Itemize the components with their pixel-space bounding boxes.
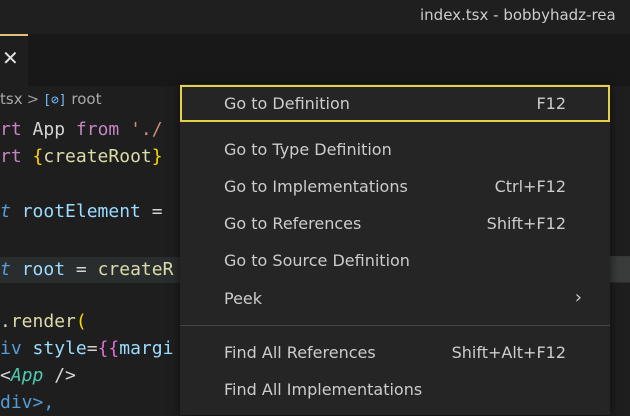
code-line: <App /> xyxy=(0,365,76,386)
window-title: index.tsx - bobbyhadz-rea xyxy=(420,6,616,24)
chevron-right-icon: > xyxy=(26,90,40,108)
context-menu: Go to Definition F12 Go to Type Definiti… xyxy=(180,84,610,415)
scrollbar-thumb[interactable] xyxy=(609,256,630,282)
breadcrumb-symbol[interactable]: root xyxy=(71,90,101,108)
menu-item-peek[interactable]: Peek › xyxy=(180,280,610,317)
menu-item-go-to-definition[interactable]: Go to Definition F12 xyxy=(180,85,610,122)
code-line: rt {createRoot} xyxy=(0,146,163,167)
code-line: rt App from './ xyxy=(0,119,163,140)
menu-item-find-all-references[interactable]: Find All References Shift+Alt+F12 xyxy=(180,334,610,371)
close-icon[interactable]: ✕ xyxy=(2,46,19,70)
code-line: t root = createR xyxy=(0,259,174,280)
code-line: iv style={{margi xyxy=(0,338,174,359)
breadcrumb: tsx > [⊘] root xyxy=(0,90,102,114)
variable-symbol-icon: [⊘] xyxy=(43,93,67,108)
menu-separator xyxy=(180,325,610,326)
chevron-right-icon: › xyxy=(574,287,582,308)
menu-item-go-to-source-definition[interactable]: Go to Source Definition xyxy=(180,242,610,279)
tab-bar: ✕ xyxy=(0,34,630,86)
editor-tab-index-tsx[interactable]: ✕ xyxy=(0,34,28,86)
menu-item-go-to-type-definition[interactable]: Go to Type Definition xyxy=(180,131,610,168)
code-line: .render( xyxy=(0,311,87,332)
breadcrumb-file[interactable]: tsx xyxy=(0,90,23,108)
code-line: div>, xyxy=(0,392,55,413)
menu-item-find-all-implementations[interactable]: Find All Implementations xyxy=(180,371,610,408)
menu-item-go-to-references[interactable]: Go to References Shift+F12 xyxy=(180,205,610,242)
code-line: t rootElement = xyxy=(0,201,163,222)
title-bar: index.tsx - bobbyhadz-rea xyxy=(0,0,630,34)
menu-item-go-to-implementations[interactable]: Go to Implementations Ctrl+F12 xyxy=(180,168,610,205)
